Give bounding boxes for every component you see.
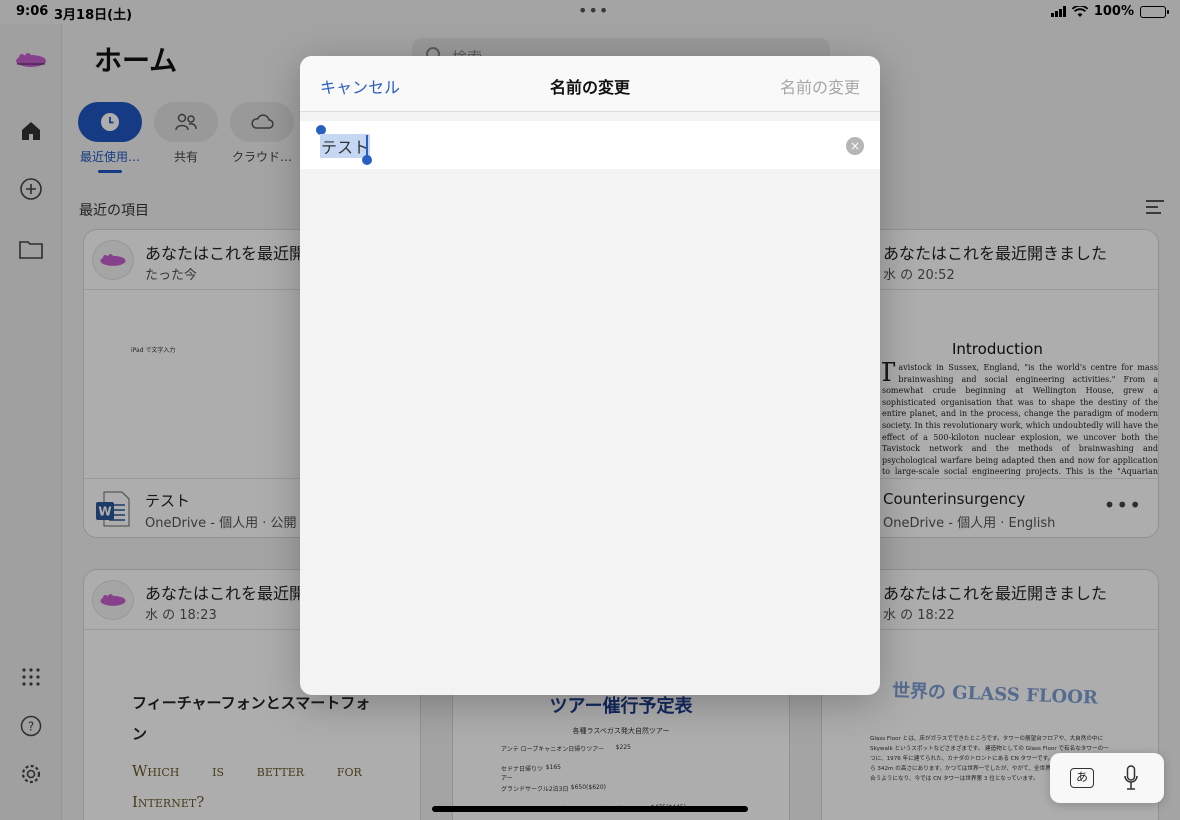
status-bar: 9:06 3月18日(土) ••• 100% (0, 0, 1180, 24)
left-rail: ? (0, 24, 62, 820)
settings-icon[interactable] (16, 759, 46, 789)
preview-text: avistock in Sussex, England, "is the wor… (882, 363, 1158, 477)
page-title: ホーム (94, 44, 178, 77)
tab-recent-label: 最近使用… (79, 150, 140, 164)
file-name-field[interactable]: テスト × (300, 121, 880, 169)
rename-dialog: キャンセル 名前の変更 名前の変更 テスト × (300, 56, 880, 695)
tour-name: アンテ ロープキャニオン日帰りツアー (501, 746, 604, 753)
svg-text:W: W (98, 505, 111, 519)
tour-name: セドナ日帰りツアー (501, 766, 544, 782)
card-activity: あなたはこれを最近開きました (883, 244, 1108, 263)
card-time: 水 の 18:23 (145, 608, 217, 623)
dialog-header: キャンセル 名前の変更 名前の変更 (300, 56, 880, 112)
rename-confirm-button[interactable]: 名前の変更 (780, 74, 860, 98)
selection-end-handle[interactable] (362, 155, 372, 165)
tour-row: セドナ日帰りツアー $165 (501, 764, 561, 784)
tour-price: $650($620) (570, 784, 606, 791)
preview-text: iPad で文字入力 (131, 347, 176, 354)
add-icon[interactable] (16, 174, 46, 204)
tab-active-indicator (98, 170, 122, 173)
help-icon[interactable]: ? (16, 711, 46, 741)
tour-name: グランドサークル2泊3日 (501, 786, 569, 793)
preview-title: 世界の GLASS FLOOR (891, 680, 1099, 709)
preview-subtitle: 各種ラスベガス発大自然ツアー (572, 727, 670, 735)
tour-price: $225 (615, 744, 631, 751)
more-options-button[interactable]: ••• (1104, 493, 1142, 517)
multitasking-dots-icon[interactable]: ••• (578, 1, 609, 20)
cloud-icon (230, 102, 294, 142)
file-name: Counterinsurgency (883, 490, 1026, 508)
card-time: たった今 (145, 268, 198, 283)
microphone-icon[interactable] (1124, 765, 1138, 791)
apps-icon[interactable] (16, 662, 46, 692)
card-activity: あなたはこれを最近開 (145, 584, 306, 603)
status-time: 9:06 (16, 4, 49, 19)
tour-row: アンテ ロープキャニオン日帰りツアー $225 (501, 744, 631, 764)
avatar-logo-icon[interactable] (14, 48, 48, 72)
file-meta: OneDrive - 個人用 · English (883, 516, 1056, 531)
status-date: 3月18日(土) (54, 8, 133, 23)
file-meta: OneDrive - 個人用 · 公開 (145, 516, 297, 531)
clock-icon (78, 102, 142, 142)
status-right: 100% (1050, 4, 1169, 19)
cellular-signal-icon (1050, 6, 1066, 17)
tour-row: グランドサークル2泊3日 $650($620) (501, 784, 606, 804)
battery-percent: 100% (1093, 4, 1134, 19)
card-activity: あなたはこれを最近開きました (883, 584, 1108, 603)
folder-icon[interactable] (16, 234, 46, 264)
preview-title: ツアー催行予定表 (549, 696, 693, 717)
tab-cloud[interactable]: クラウド… (230, 102, 294, 173)
tab-cloud-label: クラウド… (231, 150, 292, 164)
preview-title: Introduction (952, 340, 1043, 358)
filter-tabs: 最近使用… 共有 クラウド… (78, 102, 294, 173)
card-time: 水 の 18:22 (883, 608, 955, 623)
home-icon[interactable] (16, 116, 46, 146)
people-icon (154, 102, 218, 142)
kana-input-button[interactable]: あ (1070, 768, 1094, 788)
preview-dropcap: T (882, 362, 895, 386)
clear-text-icon[interactable]: × (846, 137, 864, 155)
file-name-value[interactable]: テスト (320, 134, 371, 158)
tab-shared-label: 共有 (173, 150, 198, 164)
owner-avatar (92, 240, 134, 280)
tour-price: $165 (545, 764, 561, 771)
preview-body: T avistock in Sussex, England, "is the w… (882, 362, 1158, 478)
preview-title: フィーチャーフォンとスマートフォン (132, 694, 371, 743)
wifi-icon (1071, 5, 1088, 17)
card-activity: あなたはこれを最近開 (145, 244, 306, 263)
list-view-icon[interactable] (1146, 200, 1164, 214)
home-indicator[interactable] (432, 806, 748, 812)
keyboard-accessory-bar: あ (1050, 753, 1164, 803)
tab-shared[interactable]: 共有 (154, 102, 218, 173)
word-file-icon: W (96, 491, 130, 527)
owner-avatar (92, 580, 134, 620)
svg-text:?: ? (28, 720, 34, 734)
tab-recent[interactable]: 最近使用… (78, 102, 142, 173)
battery-icon (1140, 5, 1169, 18)
card-time: 水 の 20:52 (883, 268, 955, 283)
section-title: 最近の項目 (79, 203, 149, 219)
app-root: 9:06 3月18日(土) ••• 100% ? ホーム 最近使用… 共有 クラ… (0, 0, 1180, 820)
preview-subtitle: Which is better for Internet? (132, 762, 362, 811)
file-name: テスト (145, 492, 191, 510)
